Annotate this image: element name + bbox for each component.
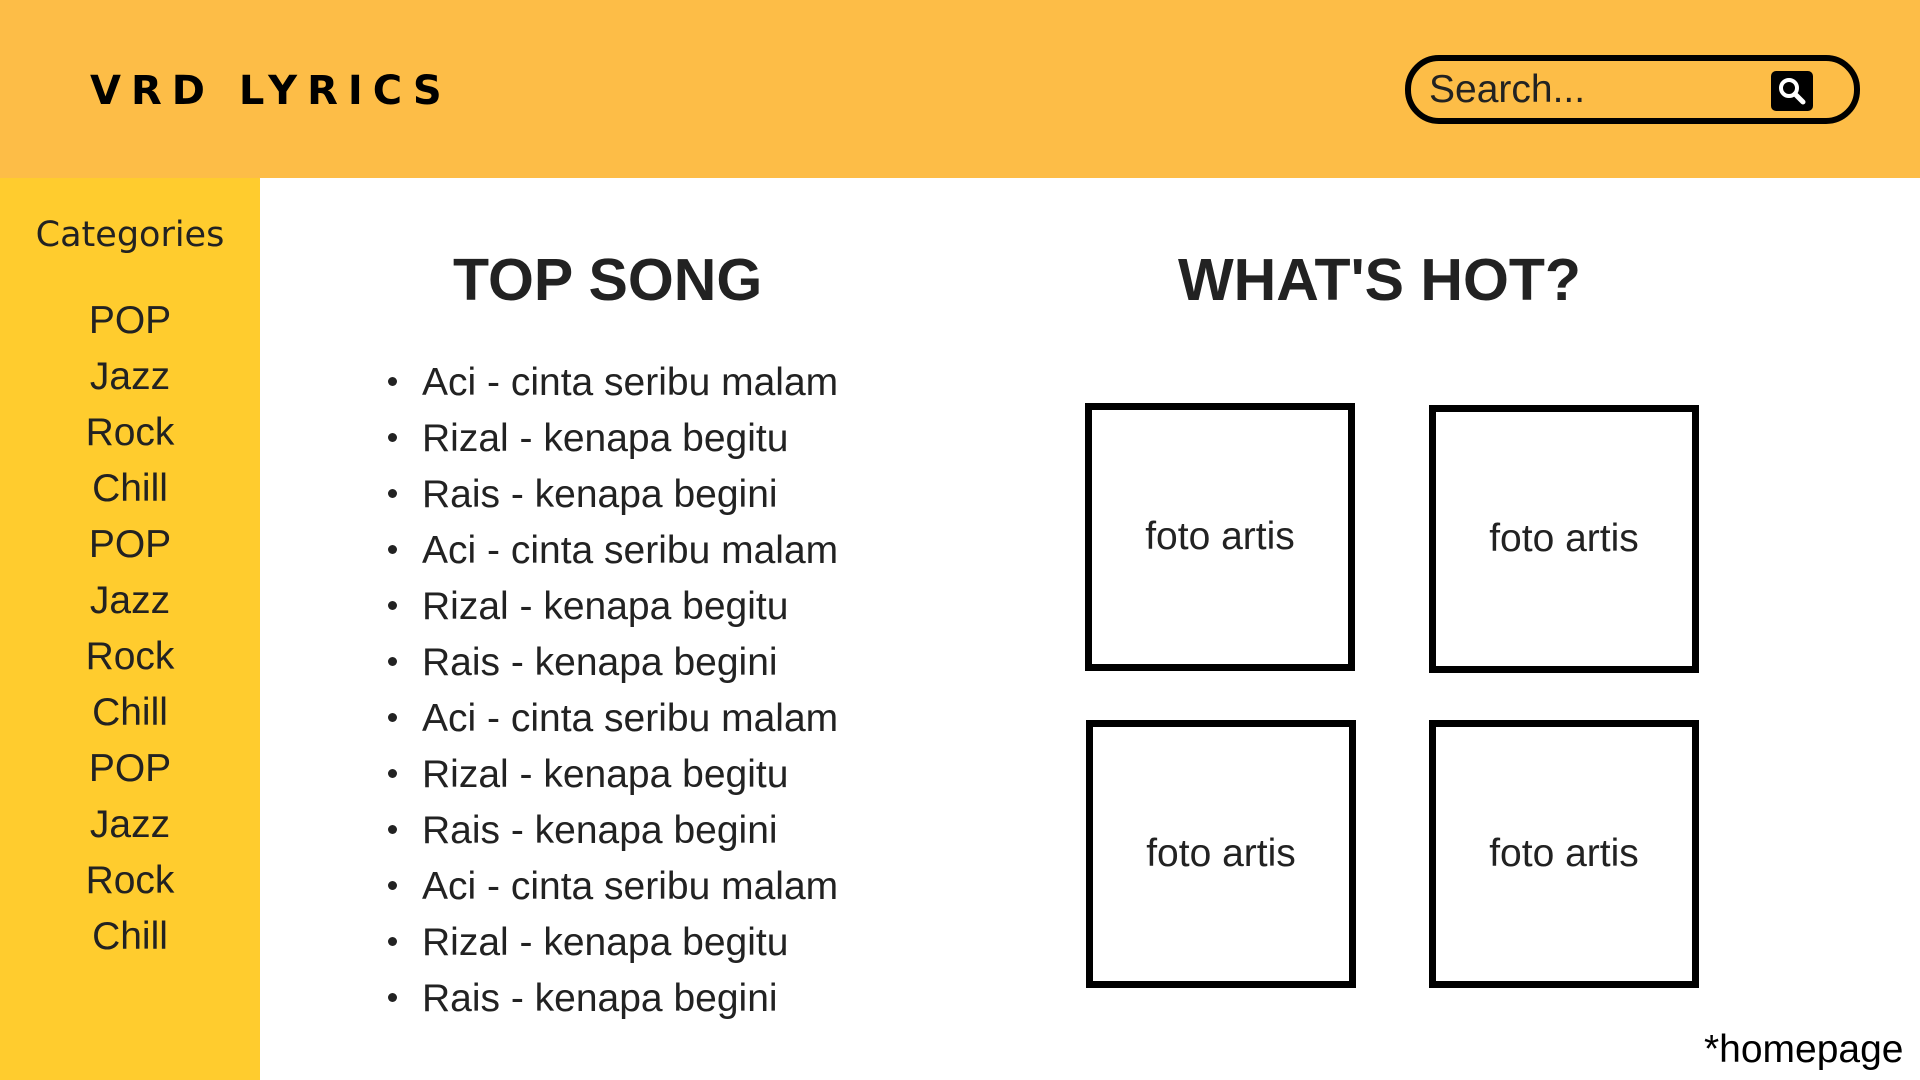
- categories-sidebar: Categories POP Jazz Rock Chill POP Jazz …: [0, 178, 260, 1080]
- bullet: [388, 601, 397, 611]
- artist-photo-label: foto artis: [1145, 515, 1295, 558]
- top-song-list: Aci - cinta seribu malam Rizal - kenapa …: [388, 355, 838, 1027]
- song-item[interactable]: Aci - cinta seribu malam: [388, 691, 838, 747]
- category-item-chill[interactable]: Chill: [0, 685, 260, 741]
- song-item[interactable]: Rais - kenapa begini: [388, 971, 838, 1027]
- song-label: Aci - cinta seribu malam: [422, 697, 839, 740]
- bullet: [388, 545, 397, 555]
- search-icon: [1779, 78, 1806, 105]
- song-item[interactable]: Rizal - kenapa begitu: [388, 747, 838, 803]
- song-item[interactable]: Rizal - kenapa begitu: [388, 579, 838, 635]
- artist-photo-card[interactable]: foto artis: [1429, 720, 1699, 988]
- category-item-pop[interactable]: POP: [0, 741, 260, 797]
- category-item-rock[interactable]: Rock: [0, 853, 260, 909]
- category-list: POP Jazz Rock Chill POP Jazz Rock Chill …: [0, 293, 260, 965]
- categories-title: Categories: [35, 215, 225, 255]
- artist-photo-card[interactable]: foto artis: [1085, 403, 1355, 671]
- song-item[interactable]: Aci - cinta seribu malam: [388, 523, 838, 579]
- category-item-chill[interactable]: Chill: [0, 909, 260, 965]
- song-item[interactable]: Aci - cinta seribu malam: [388, 355, 838, 411]
- category-item-jazz[interactable]: Jazz: [0, 573, 260, 629]
- category-item-pop[interactable]: POP: [0, 517, 260, 573]
- bullet: [388, 769, 397, 779]
- song-label: Rais - kenapa begini: [422, 977, 778, 1020]
- song-label: Aci - cinta seribu malam: [422, 529, 839, 572]
- artist-photo-card[interactable]: foto artis: [1429, 405, 1699, 673]
- bullet: [388, 489, 397, 499]
- song-item[interactable]: Rizal - kenapa begitu: [388, 411, 838, 467]
- artist-photo-label: foto artis: [1489, 832, 1639, 875]
- song-item[interactable]: Rais - kenapa begini: [388, 803, 838, 859]
- header: VRD LYRICS: [0, 0, 1920, 178]
- category-item-rock[interactable]: Rock: [0, 629, 260, 685]
- song-label: Rizal - kenapa begitu: [422, 753, 789, 796]
- song-item[interactable]: Rais - kenapa begini: [388, 467, 838, 523]
- category-item-rock[interactable]: Rock: [0, 405, 260, 461]
- artist-photo-label: foto artis: [1489, 517, 1639, 560]
- whats-hot-title: WHAT'S HOT?: [1178, 247, 1581, 313]
- bullet: [388, 993, 397, 1003]
- search-bar[interactable]: [1405, 55, 1860, 124]
- bullet: [388, 713, 397, 723]
- search-input[interactable]: [1429, 67, 1769, 112]
- song-label: Aci - cinta seribu malam: [422, 865, 839, 908]
- bullet: [388, 433, 397, 443]
- song-label: Rizal - kenapa begitu: [422, 921, 789, 964]
- page-note: *homepage: [1704, 1028, 1904, 1071]
- site-logo[interactable]: VRD LYRICS: [90, 68, 452, 114]
- search-button[interactable]: [1771, 71, 1813, 111]
- song-label: Rais - kenapa begini: [422, 473, 778, 516]
- bullet: [388, 825, 397, 835]
- bullet: [388, 377, 397, 387]
- song-label: Rizal - kenapa begitu: [422, 417, 789, 460]
- bullet: [388, 881, 397, 891]
- category-item-jazz[interactable]: Jazz: [0, 349, 260, 405]
- bullet: [388, 937, 397, 947]
- artist-photo-card[interactable]: foto artis: [1086, 720, 1356, 988]
- song-label: Aci - cinta seribu malam: [422, 361, 839, 404]
- category-item-chill[interactable]: Chill: [0, 461, 260, 517]
- artist-photo-label: foto artis: [1146, 832, 1296, 875]
- category-item-pop[interactable]: POP: [0, 293, 260, 349]
- song-label: Rais - kenapa begini: [422, 641, 778, 684]
- song-item[interactable]: Rizal - kenapa begitu: [388, 915, 838, 971]
- song-label: Rizal - kenapa begitu: [422, 585, 789, 628]
- song-item[interactable]: Aci - cinta seribu malam: [388, 859, 838, 915]
- category-item-jazz[interactable]: Jazz: [0, 797, 260, 853]
- song-item[interactable]: Rais - kenapa begini: [388, 635, 838, 691]
- song-label: Rais - kenapa begini: [422, 809, 778, 852]
- bullet: [388, 657, 397, 667]
- top-song-title: TOP SONG: [453, 247, 763, 313]
